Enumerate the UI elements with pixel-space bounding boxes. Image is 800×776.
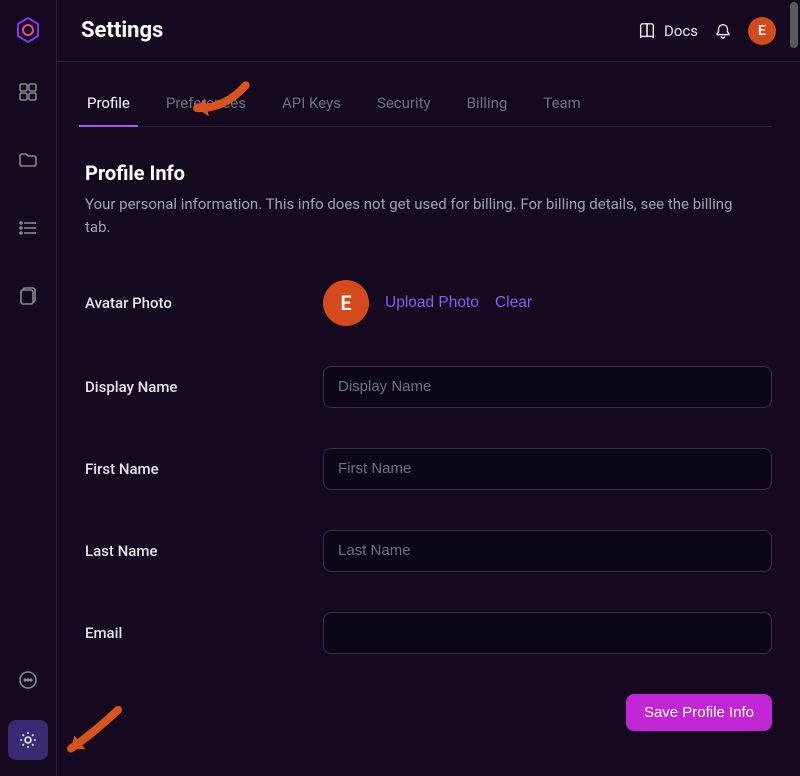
first-name-field: First Name — [85, 448, 772, 490]
bell-button[interactable] — [714, 22, 732, 40]
docs-link[interactable]: Docs — [638, 22, 698, 40]
docs-label: Docs — [664, 22, 698, 40]
header: Settings Docs E — [57, 0, 800, 62]
content: Profile Preferences API Keys Security Bi… — [57, 62, 800, 776]
display-name-input[interactable] — [323, 366, 772, 408]
display-name-field: Display Name — [85, 366, 772, 408]
avatar-label: Avatar Photo — [85, 294, 303, 312]
avatar-preview: E — [323, 280, 369, 326]
section-title: Profile Info — [85, 161, 772, 185]
header-avatar[interactable]: E — [748, 17, 776, 45]
email-label: Email — [85, 624, 303, 642]
nav-rail — [0, 0, 56, 776]
bell-icon — [714, 22, 732, 40]
first-name-input[interactable] — [323, 448, 772, 490]
tabs: Profile Preferences API Keys Security Bi… — [85, 88, 772, 127]
rail-folder[interactable] — [8, 140, 48, 180]
section-description: Your personal information. This info doe… — [85, 193, 745, 240]
first-name-label: First Name — [85, 460, 303, 478]
rail-chat[interactable] — [8, 660, 48, 700]
clear-photo-button[interactable]: Clear — [495, 294, 532, 312]
book-icon — [638, 22, 656, 40]
tab-security[interactable]: Security — [375, 88, 433, 126]
rail-dashboard[interactable] — [8, 72, 48, 112]
actions-row: Save Profile Info — [85, 694, 772, 731]
email-field: Email — [85, 612, 772, 654]
main-pane: Settings Docs E Profile Preferences API … — [56, 0, 800, 776]
page-title: Settings — [81, 18, 622, 43]
tab-preferences[interactable]: Preferences — [164, 88, 248, 126]
last-name-input[interactable] — [323, 530, 772, 572]
rail-document[interactable] — [8, 276, 48, 316]
tab-billing[interactable]: Billing — [465, 88, 510, 126]
tab-apikeys[interactable]: API Keys — [280, 88, 343, 126]
last-name-field: Last Name — [85, 530, 772, 572]
tab-team[interactable]: Team — [541, 88, 583, 126]
scrollbar[interactable] — [790, 2, 798, 48]
save-button[interactable]: Save Profile Info — [626, 694, 772, 731]
upload-photo-button[interactable]: Upload Photo — [385, 294, 479, 312]
last-name-label: Last Name — [85, 542, 303, 560]
tab-profile[interactable]: Profile — [85, 88, 132, 126]
display-name-label: Display Name — [85, 378, 303, 396]
email-input[interactable] — [323, 612, 772, 654]
rail-settings[interactable] — [8, 720, 48, 760]
avatar-field: Avatar Photo E Upload Photo Clear — [85, 280, 772, 326]
rail-list[interactable] — [8, 208, 48, 248]
brand-logo — [14, 16, 42, 44]
